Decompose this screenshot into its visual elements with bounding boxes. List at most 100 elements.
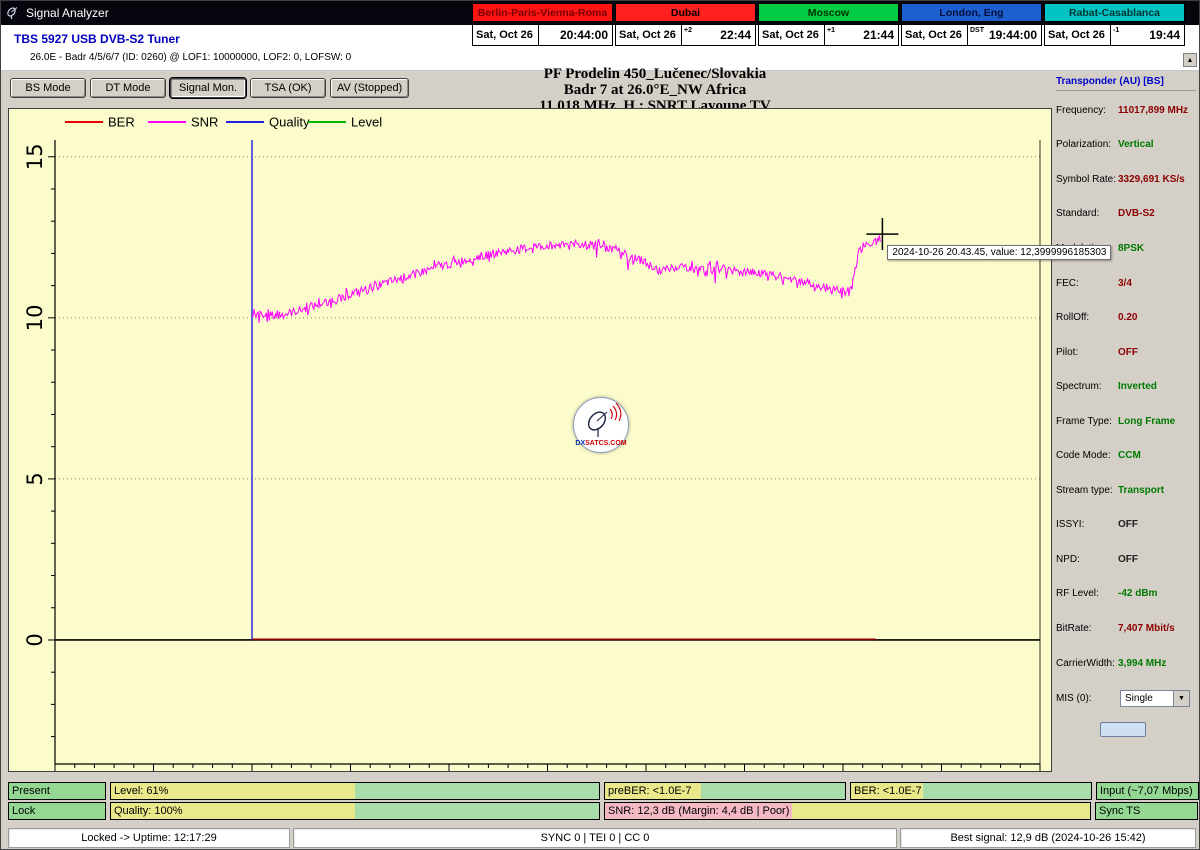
mis-dropdown[interactable]: Single ▼ — [1120, 690, 1190, 707]
signal-chart[interactable]: 051015BERSNRQualityLevel 2024-10-26 20.4… — [8, 108, 1052, 772]
meter-label: BER: <1.0E-7 — [854, 785, 922, 797]
clock-city-label: Berlin-Paris-Vienna-Roma — [472, 3, 613, 22]
meter-fill-segment — [701, 783, 845, 799]
field-row-bitrate: BitRate:7,407 Mbit/s — [1056, 611, 1196, 646]
clock-date: Sat, Oct 26 — [616, 25, 682, 45]
tuner-name: TBS 5927 USB DVB-S2 Tuner — [14, 32, 180, 46]
svg-text:0: 0 — [23, 633, 47, 646]
field-row-pilot: Pilot:OFF — [1056, 335, 1196, 370]
chart-canvas[interactable]: 051015BERSNRQualityLevel — [9, 109, 1051, 771]
clock-dubai: DubaiSat, Oct 26+222:44 — [615, 3, 756, 46]
svg-text:15: 15 — [23, 143, 47, 170]
meter-preber: preBER: <1.0E-7 — [604, 782, 846, 800]
clock-date: Sat, Oct 26 — [902, 25, 968, 45]
field-label: RollOff: — [1056, 312, 1118, 323]
meter-label: Present — [12, 785, 50, 797]
window-title: Signal Analyzer — [26, 6, 109, 20]
scroll-up-button[interactable]: ▲ — [1183, 53, 1197, 67]
field-value: OFF — [1118, 519, 1138, 530]
clock-time-cell: Sat, Oct 26+222:44 — [615, 24, 756, 46]
field-label: Frequency: — [1056, 105, 1118, 116]
dxsatcs-logo-circle: DXSATCS.COM — [573, 397, 629, 453]
clock-berlin-paris-vienna-roma: Berlin-Paris-Vienna-RomaSat, Oct 2620:44… — [472, 3, 613, 46]
meter-fill-segment — [355, 803, 599, 819]
field-row-code-mode: Code Mode:CCM — [1056, 438, 1196, 473]
clock-city-label: London, Eng — [901, 3, 1042, 22]
field-row-polarization: Polarization:Vertical — [1056, 128, 1196, 163]
meter-label: Sync TS — [1099, 805, 1140, 817]
logo-text: DXSATCS.COM — [574, 440, 628, 447]
meter-fill-segment — [923, 783, 1091, 799]
field-label: BitRate: — [1056, 623, 1118, 634]
clock-time-cell: Sat, Oct 26-119:44 — [1044, 24, 1185, 46]
meter-label: Level: 61% — [114, 785, 168, 797]
mis-row: MIS (0): Single ▼ — [1056, 686, 1196, 710]
field-label: Stream type: — [1056, 485, 1118, 496]
field-row-spectrum: Spectrum:Inverted — [1056, 369, 1196, 404]
meter-label: Quality: 100% — [114, 805, 182, 817]
field-value: 3/4 — [1118, 278, 1132, 289]
clock-time: 22:44 — [720, 28, 755, 42]
transponder-panel: Transponder (AU) [BS] Frequency:11017,89… — [1056, 76, 1196, 737]
tab-bs-mode[interactable]: BS Mode — [10, 78, 86, 98]
field-row-symbol-rate: Symbol Rate:3329,691 KS/s — [1056, 162, 1196, 197]
field-label: Standard: — [1056, 208, 1118, 219]
meter-snr: SNR: 12,3 dB (Margin: 4,4 dB | Poor) — [604, 802, 1091, 820]
tab-bar: BS ModeDT ModeSignal Mon.TSA (OK)AV (Sto… — [10, 78, 409, 98]
world-clocks: Berlin-Paris-Vienna-RomaSat, Oct 2620:44… — [472, 3, 1185, 46]
meter-sync-ts: Sync TS — [1095, 802, 1198, 820]
field-row-frequency: Frequency:11017,899 MHz — [1056, 93, 1196, 128]
field-label: Polarization: — [1056, 139, 1118, 150]
mis-value: Single — [1121, 693, 1153, 704]
meter-label: Input (~7,07 Mbps) — [1100, 785, 1193, 797]
field-row-npd: NPD:OFF — [1056, 542, 1196, 577]
clock-time: 20:44:00 — [560, 28, 612, 42]
field-row-standard: Standard:DVB-S2 — [1056, 197, 1196, 232]
field-value: DVB-S2 — [1118, 208, 1155, 219]
meter-quality: Quality: 100% — [110, 802, 600, 820]
site-header-line-1: PF Prodelin 450_Lučenec/Slovakia — [440, 66, 870, 82]
clock-city-label: Rabat-Casablanca — [1044, 3, 1185, 22]
meter-ber: BER: <1.0E-7 — [850, 782, 1092, 800]
panel-small-button[interactable] — [1100, 722, 1146, 737]
clock-time: 19:44:00 — [989, 28, 1041, 42]
statusbar-best-signal: Best signal: 12,9 dB (2024-10-26 15:42) — [900, 828, 1196, 848]
field-value: 0.20 — [1118, 312, 1137, 323]
dxsatcs-logo: DXSATCS.COM — [572, 397, 630, 453]
field-value: Inverted — [1118, 381, 1157, 392]
svg-text:Quality: Quality — [269, 115, 310, 130]
meter-fill-segment — [355, 783, 599, 799]
field-value: 8PSK — [1118, 243, 1144, 254]
tab-signal-mon[interactable]: Signal Mon. — [170, 78, 246, 98]
field-value: Vertical — [1118, 139, 1154, 150]
svg-text:10: 10 — [23, 304, 47, 331]
svg-text:5: 5 — [23, 472, 47, 485]
field-value: -42 dBm — [1118, 588, 1157, 599]
tab-av-stopped[interactable]: AV (Stopped) — [330, 78, 409, 98]
transponder-fields: Frequency:11017,899 MHzPolarization:Vert… — [1056, 93, 1196, 680]
field-label: Pilot: — [1056, 347, 1118, 358]
field-label: FEC: — [1056, 278, 1118, 289]
meter-present: Present — [8, 782, 106, 800]
field-row-frame-type: Frame Type:Long Frame — [1056, 404, 1196, 439]
field-label: Spectrum: — [1056, 381, 1118, 392]
statusbar-lock-uptime: Locked -> Uptime: 12:17:29 — [8, 828, 290, 848]
dropdown-arrow-icon[interactable]: ▼ — [1173, 691, 1189, 706]
tab-tsa-ok[interactable]: TSA (OK) — [250, 78, 326, 98]
field-value: Long Frame — [1118, 416, 1175, 427]
field-value: 11017,899 MHz — [1118, 105, 1188, 116]
field-value: CCM — [1118, 450, 1141, 461]
field-row-fec: FEC:3/4 — [1056, 266, 1196, 301]
field-value: 3,994 MHz — [1118, 658, 1166, 669]
meter-label: preBER: <1.0E-7 — [608, 785, 691, 797]
field-label: NPD: — [1056, 554, 1118, 565]
field-value: 7,407 Mbit/s — [1118, 623, 1175, 634]
logo-dish-icon — [575, 401, 627, 441]
field-row-carrierwidth: CarrierWidth:3,994 MHz — [1056, 646, 1196, 681]
clock-date: Sat, Oct 26 — [759, 25, 825, 45]
field-value: OFF — [1118, 554, 1138, 565]
field-value: 3329,691 KS/s — [1118, 174, 1185, 185]
clock-utc-offset: +1 — [827, 25, 835, 34]
tab-dt-mode[interactable]: DT Mode — [90, 78, 166, 98]
meter-fill-segment — [792, 803, 1090, 819]
